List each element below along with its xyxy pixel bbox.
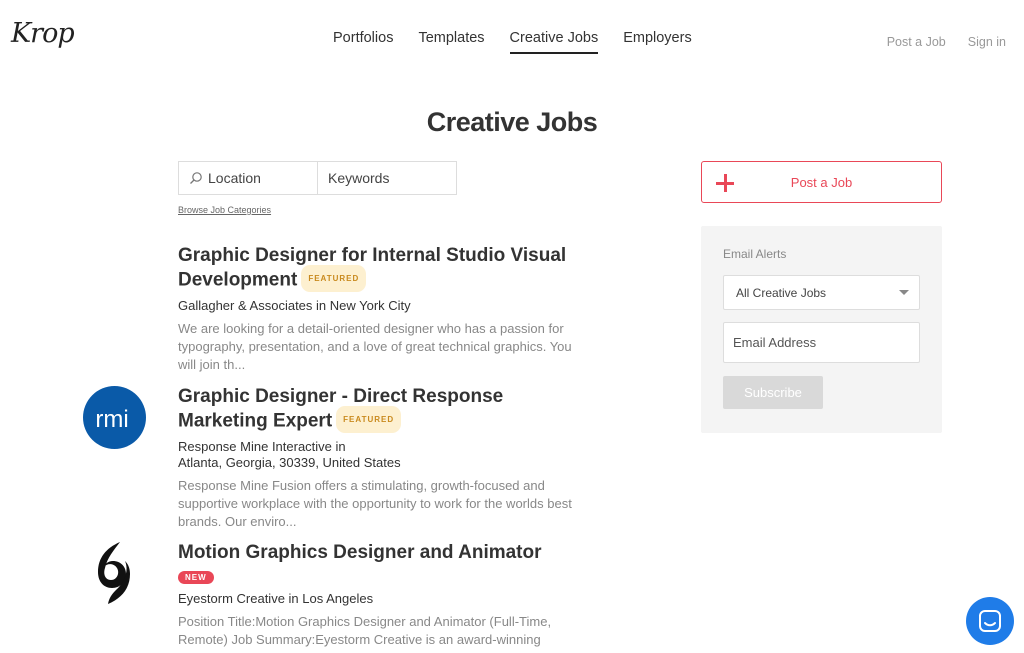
nav-employers[interactable]: Employers <box>623 30 692 54</box>
job-company: Response Mine Interactive in <box>178 439 346 454</box>
job-company: Gallagher & Associates in New York City <box>178 298 411 313</box>
search-icon <box>189 171 203 185</box>
eyestorm-company-logo[interactable] <box>92 540 136 611</box>
job-title-text[interactable]: Graphic Designer for Internal Studio Vis… <box>178 245 566 291</box>
header-right-links: Post a Job Sign in <box>887 35 1006 49</box>
new-badge: NEW <box>178 571 214 585</box>
nav-templates[interactable]: Templates <box>418 30 484 54</box>
featured-badge: FEATURED <box>336 406 402 433</box>
chevron-down-icon <box>899 290 909 295</box>
job-title-text[interactable]: Motion Graphics Designer and Animator <box>178 542 542 563</box>
job-category-selected: All Creative Jobs <box>736 285 827 300</box>
chat-launcher-button[interactable] <box>966 597 1014 645</box>
job-title[interactable]: Graphic Designer - Direct Response Marke… <box>178 385 578 435</box>
featured-badge: FEATURED <box>301 265 367 292</box>
keywords-field[interactable]: Keywords <box>318 162 456 194</box>
chat-icon <box>978 609 1002 633</box>
header-post-job-link[interactable]: Post a Job <box>887 35 946 49</box>
job-listing[interactable]: Motion Graphics Designer and Animator NE… <box>178 541 578 649</box>
job-location: Atlanta, Georgia, 30339, United States <box>178 455 401 470</box>
email-address-input[interactable] <box>723 322 920 363</box>
sign-in-link[interactable]: Sign in <box>968 35 1006 49</box>
main-nav: Portfolios Templates Creative Jobs Emplo… <box>333 30 717 54</box>
nav-portfolios[interactable]: Portfolios <box>333 30 393 54</box>
email-alerts-panel: Email Alerts All Creative Jobs Subscribe <box>701 226 942 433</box>
post-job-button-label: Post a Job <box>790 174 853 190</box>
badge-row: NEW <box>178 569 578 587</box>
job-title[interactable]: Graphic Designer for Internal Studio Vis… <box>178 244 578 294</box>
browse-categories-link[interactable]: Browse Job Categories <box>178 205 271 215</box>
job-title[interactable]: Motion Graphics Designer and Animator <box>178 541 578 564</box>
email-alerts-heading: Email Alerts <box>723 247 787 261</box>
plus-icon <box>715 173 735 193</box>
nav-creative-jobs[interactable]: Creative Jobs <box>509 30 599 54</box>
job-category-select[interactable]: All Creative Jobs <box>723 275 920 310</box>
job-search-bar: Location Keywords <box>178 161 457 195</box>
job-listing[interactable]: Graphic Designer - Direct Response Marke… <box>178 385 578 531</box>
rmi-company-logo[interactable]: rmi <box>83 386 146 454</box>
job-description: Response Mine Fusion offers a stimulatin… <box>178 478 572 529</box>
job-company: Eyestorm Creative in Los Angeles <box>178 591 374 606</box>
job-listing[interactable]: Graphic Designer for Internal Studio Vis… <box>178 244 578 374</box>
post-job-button[interactable]: Post a Job <box>701 161 942 203</box>
location-field[interactable]: Location <box>179 162 318 194</box>
job-description: Position Title:Motion Graphics Designer … <box>178 614 552 647</box>
job-description: We are looking for a detail-oriented des… <box>178 321 572 372</box>
keywords-placeholder: Keywords <box>328 170 390 186</box>
page-title: Creative Jobs <box>426 107 598 137</box>
rmi-logo-text: rmi <box>95 406 128 433</box>
location-placeholder: Location <box>208 170 261 186</box>
subscribe-button[interactable]: Subscribe <box>723 376 823 409</box>
krop-logo[interactable]: Krop <box>11 18 75 49</box>
